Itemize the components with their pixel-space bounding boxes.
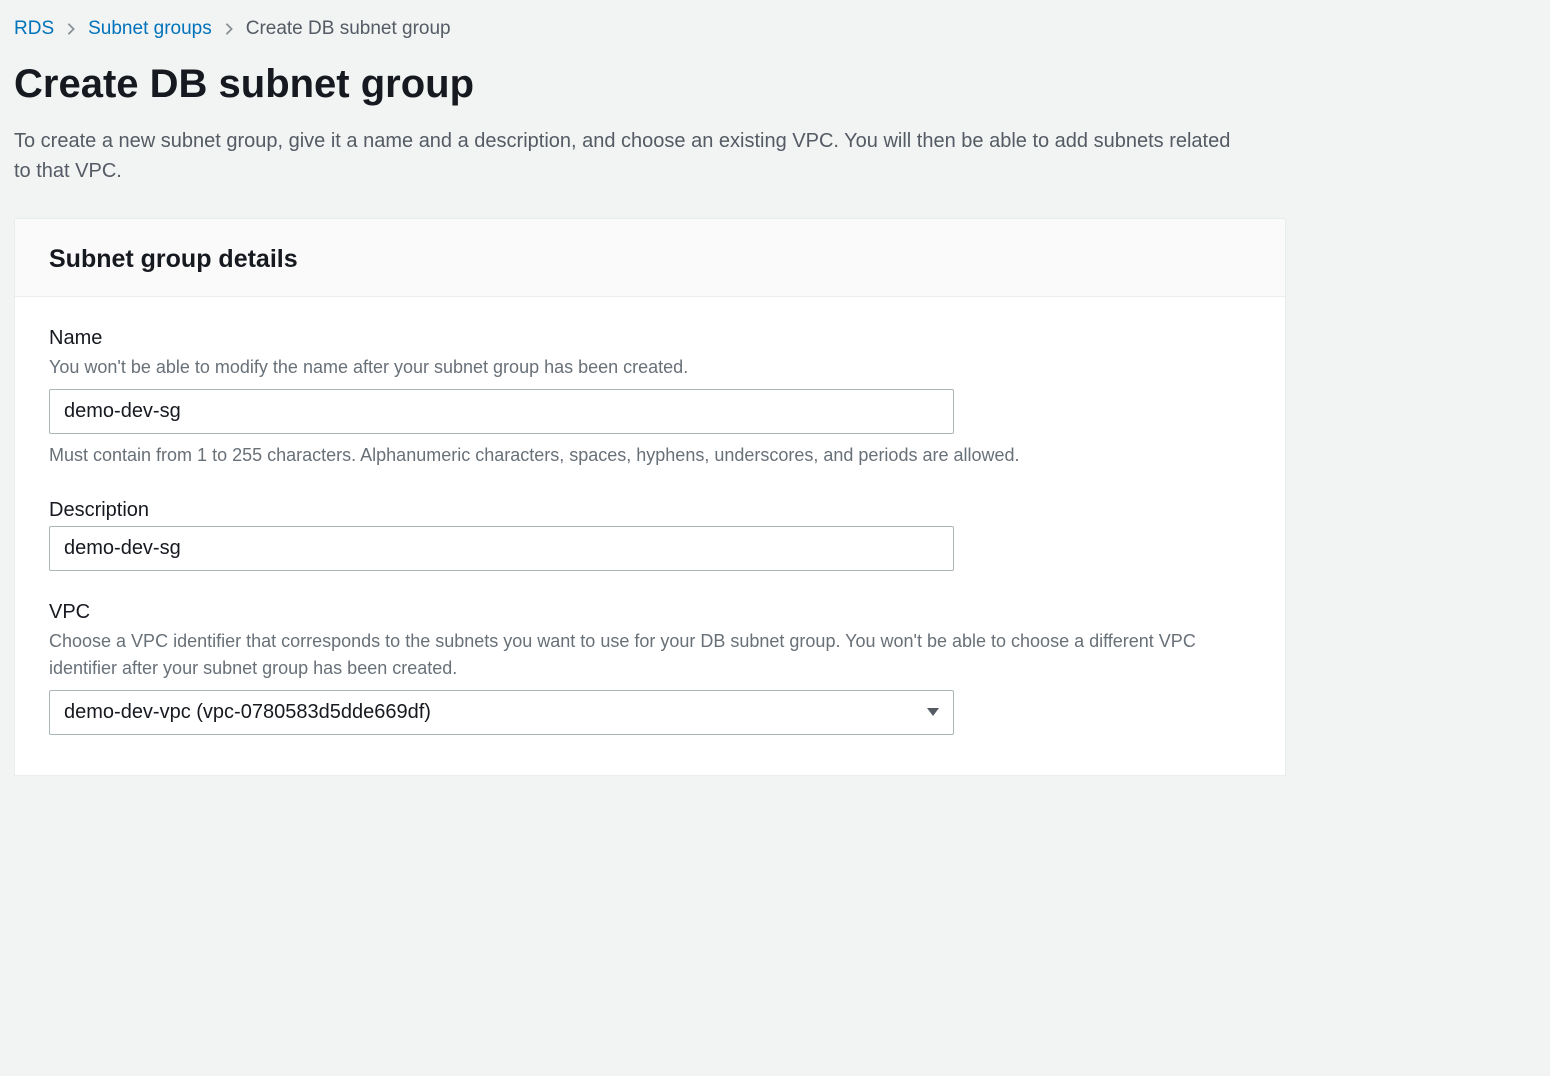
vpc-label: VPC [49, 601, 1251, 624]
breadcrumb-link-rds[interactable]: RDS [14, 18, 54, 40]
vpc-selected-value: demo-dev-vpc (vpc-0780583d5dde669df) [64, 701, 431, 724]
name-constraint: Must contain from 1 to 255 characters. A… [49, 442, 1251, 469]
description-label: Description [49, 499, 1251, 522]
description-input[interactable] [49, 526, 954, 571]
vpc-select[interactable]: demo-dev-vpc (vpc-0780583d5dde669df) [49, 690, 954, 735]
panel-body: Name You won't be able to modify the nam… [15, 297, 1285, 775]
panel-header: Subnet group details [15, 219, 1285, 297]
name-label: Name [49, 327, 1251, 350]
subnet-group-details-panel: Subnet group details Name You won't be a… [14, 218, 1286, 776]
panel-title: Subnet group details [49, 245, 1251, 274]
breadcrumb-current: Create DB subnet group [246, 18, 451, 40]
vpc-hint: Choose a VPC identifier that corresponds… [49, 628, 1251, 682]
chevron-right-icon [224, 22, 234, 36]
breadcrumb: RDS Subnet groups Create DB subnet group [14, 18, 1536, 40]
name-input[interactable] [49, 389, 954, 434]
breadcrumb-link-subnet-groups[interactable]: Subnet groups [88, 18, 212, 40]
description-field-group: Description [49, 499, 1251, 571]
page-title: Create DB subnet group [14, 60, 1536, 108]
vpc-field-group: VPC Choose a VPC identifier that corresp… [49, 601, 1251, 735]
chevron-right-icon [66, 22, 76, 36]
name-hint: You won't be able to modify the name aft… [49, 354, 1251, 381]
name-field-group: Name You won't be able to modify the nam… [49, 327, 1251, 469]
page-description: To create a new subnet group, give it a … [14, 126, 1244, 186]
